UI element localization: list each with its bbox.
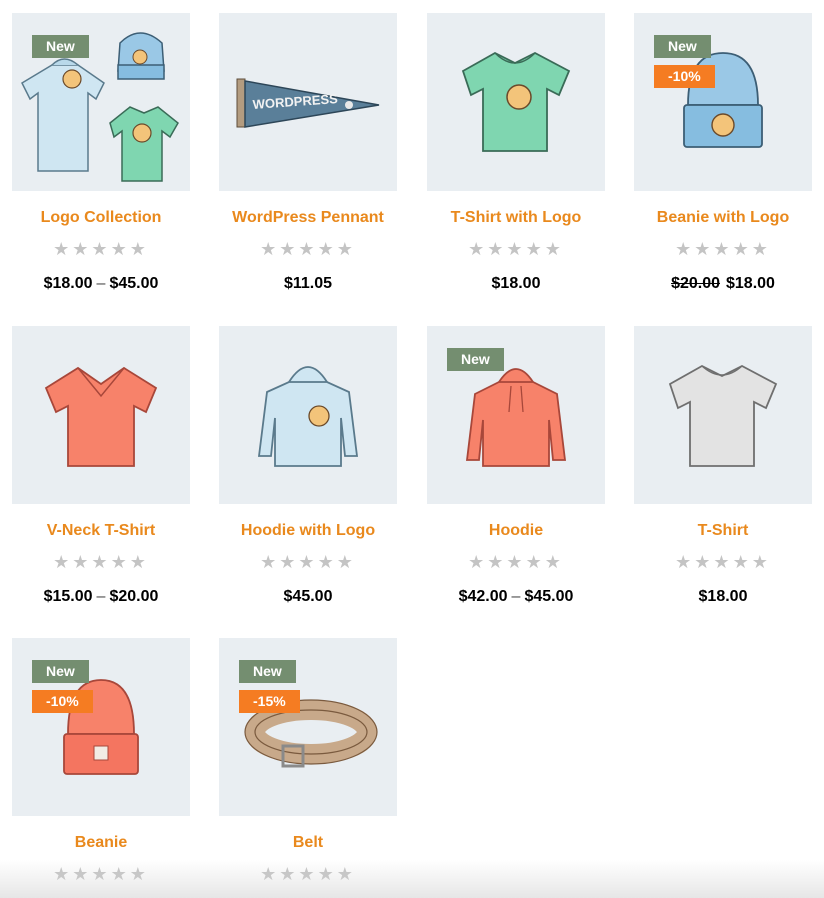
star-rating: ★★★★★	[675, 239, 771, 259]
pennant-illustration: WORDPRESS	[236, 78, 380, 128]
sale-price: $18.00	[726, 275, 775, 292]
product-image[interactable]	[427, 13, 605, 191]
star-rating: ★★★★★	[260, 864, 356, 884]
product-image[interactable]: WORDPRESS	[219, 13, 397, 191]
price-from: $15.00	[43, 588, 93, 605]
product-price: $42.00– $45.00	[427, 588, 605, 606]
product-image[interactable]	[634, 326, 812, 504]
star-rating: ★★★★★	[675, 552, 771, 572]
price-separator: –	[96, 275, 106, 292]
product-title[interactable]: T-Shirt	[634, 522, 812, 540]
price-from: $42.00	[458, 588, 508, 605]
product-grid: New Logo Collection ★★★★★ $18.00– $45.00 …	[0, 0, 824, 898]
product-price: $45.00	[283, 588, 333, 605]
product-price: $18.00	[698, 588, 748, 605]
product-title[interactable]: V-Neck T-Shirt	[12, 522, 190, 540]
star-rating: ★★★★★	[53, 864, 149, 884]
star-rating: ★★★★★	[260, 552, 356, 572]
product-title[interactable]: Hoodie	[427, 522, 605, 540]
sale-badge: -10%	[32, 690, 93, 713]
tshirt-illustration	[668, 364, 778, 467]
product-image[interactable]	[219, 326, 397, 504]
product-price: $15.00– $20.00	[12, 588, 190, 606]
new-badge: New	[447, 348, 504, 371]
new-badge: New	[32, 35, 89, 58]
star-rating: ★★★★★	[468, 239, 564, 259]
product-title[interactable]: Beanie	[12, 834, 190, 852]
star-rating: ★★★★★	[260, 239, 356, 259]
price-to: $45.00	[109, 275, 159, 292]
product-title[interactable]: Belt	[219, 834, 397, 852]
price-to: $20.00	[109, 588, 159, 605]
tshirt-logo-illustration	[461, 51, 571, 152]
sale-badge: -10%	[654, 65, 715, 88]
product-image[interactable]	[12, 326, 190, 504]
original-price: $20.00	[671, 275, 720, 292]
product-price: $18.00– $45.00	[12, 275, 190, 293]
price-from: $18.00	[43, 275, 93, 292]
star-rating: ★★★★★	[468, 552, 564, 572]
new-badge: New	[32, 660, 89, 683]
price-separator: –	[511, 588, 521, 605]
hoodie-logo-illustration	[257, 366, 359, 467]
product-price: $18.00	[491, 275, 541, 292]
product-price: $20.00 $18.00	[634, 275, 812, 293]
product-title[interactable]: T-Shirt with Logo	[427, 209, 605, 227]
price-separator: –	[96, 588, 106, 605]
product-title[interactable]: Logo Collection	[12, 209, 190, 227]
star-rating: ★★★★★	[53, 239, 149, 259]
new-badge: New	[239, 660, 296, 683]
sale-badge: -15%	[239, 690, 300, 713]
price-to: $45.00	[524, 588, 574, 605]
vneck-tshirt-illustration	[44, 366, 158, 467]
product-title[interactable]: Beanie with Logo	[634, 209, 812, 227]
product-title[interactable]: Hoodie with Logo	[219, 522, 397, 540]
star-rating: ★★★★★	[53, 552, 149, 572]
new-badge: New	[654, 35, 711, 58]
product-price: $11.05	[283, 275, 333, 292]
product-title[interactable]: WordPress Pennant	[219, 209, 397, 227]
